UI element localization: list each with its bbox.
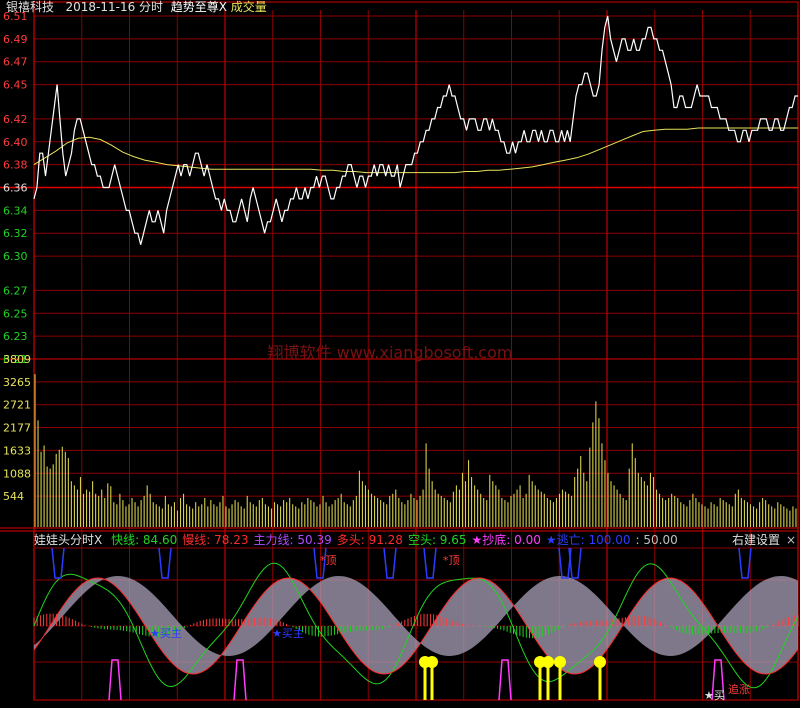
volume-tick-label: 3809 — [3, 353, 31, 366]
indicator-value-number: 91.28 — [364, 533, 403, 547]
indicator-value-number: 0.00 — [510, 533, 541, 547]
price-tick-label: 6.30 — [3, 250, 28, 263]
stock-name[interactable]: 银禧科技 — [6, 0, 54, 14]
price-tick-label: 6.49 — [3, 33, 28, 46]
price-tick-label: 6.23 — [3, 330, 28, 343]
price-axis: 6.516.496.476.456.426.406.386.366.346.32… — [3, 10, 28, 366]
volume-axis: 3809 3265 2721 2177 1633 1088 544 — [3, 353, 31, 503]
volume-label: 成交量 — [230, 0, 267, 14]
top-signal-marker — [158, 547, 172, 579]
settings-button[interactable]: 右建设置 — [732, 533, 780, 547]
price-tick-label: 6.40 — [3, 136, 28, 149]
volume-tick-label: 2177 — [3, 422, 31, 435]
chart-date: 2018-11-16 — [65, 0, 136, 14]
top-signal-marker — [383, 547, 397, 579]
indicator-value-number: 100.00 — [584, 533, 631, 547]
indicator-value-label: 空头: — [407, 533, 436, 547]
price-tick-label: 6.25 — [3, 307, 28, 320]
indicator-values: 快线: 84.60 慢线: 78.23 主力线: 50.39 多头: 91.28 空头:… — [106, 533, 678, 547]
indicator-value-label: 多头: — [336, 533, 365, 547]
indicator-value-item: ★逃亡: 100.00 — [546, 533, 631, 547]
top-signal-marker — [423, 547, 437, 579]
buy-signal-dot — [554, 656, 566, 668]
indicator-value-item: 空头: 9.65 — [408, 533, 467, 547]
indicator-value-item: 慢线: 78.23 — [182, 533, 248, 547]
buy-main-annotation: ★买主 — [150, 627, 182, 640]
price-tick-label: 6.34 — [3, 204, 28, 217]
watermark: 翔博软件 www.xiangbosoft.com — [268, 343, 513, 362]
bottom-signal-marker — [108, 659, 122, 701]
top-annotation: *顶 — [320, 554, 337, 567]
indicator-value-label: ★抄底: — [471, 533, 511, 547]
price-tick-label: 6.36 — [3, 182, 28, 195]
indicator-title[interactable]: 娃娃头分时X — [34, 533, 102, 547]
buy-signal-dot — [542, 656, 554, 668]
indicator-title-bar: 娃娃头分时X 快线: 84.60 慢线: 78.23 主力线: 50.39 多头: 9… — [34, 533, 678, 547]
top-signal-marker — [51, 547, 65, 579]
indicator-value-item: 快线: 84.60 — [111, 533, 177, 547]
bottom-signal-marker — [498, 659, 512, 701]
indicator-value-label: 快线: — [111, 533, 140, 547]
price-tick-label: 6.27 — [3, 284, 28, 297]
price-tick-label: 6.42 — [3, 113, 28, 126]
chart-canvas: 6.516.496.476.456.426.406.386.366.346.32… — [0, 1, 799, 702]
price-tick-label: 6.47 — [3, 56, 28, 69]
indicator-value-item: 多头: 91.28 — [337, 533, 403, 547]
indicator-name[interactable]: 趋势至尊X — [171, 0, 227, 14]
price-tick-label: 6.32 — [3, 227, 28, 240]
chart-view-label: 分时 — [139, 0, 164, 14]
indicator-value-number: 50.39 — [293, 533, 332, 547]
indicator-value-item: 主力线: 50.39 — [254, 533, 332, 547]
indicator-value-item: : 50.00 — [636, 533, 678, 547]
indicator-value-item: ★抄底: 0.00 — [472, 533, 541, 547]
bottom-signal-marker — [233, 659, 247, 701]
volume-tick-label: 1633 — [3, 444, 31, 457]
close-indicator-button[interactable]: × — [786, 533, 796, 547]
indicator-value-number: 9.65 — [435, 533, 467, 547]
top-annotation: *顶 — [443, 554, 460, 567]
chase-annotation: 追涨 — [728, 682, 750, 696]
volume-tick-label: 1088 — [3, 467, 31, 480]
indicator-value-number: 78.23 — [210, 533, 249, 547]
price-tick-label: 6.45 — [3, 79, 28, 92]
intraday-chart-window: 6.51 6.49 6.47 6.45 6.42 6.40 6.38 6.36 6.34 6.32… — [0, 0, 800, 704]
volume-tick-label: 2721 — [3, 399, 31, 412]
indicator-value-label: 慢线: — [182, 533, 211, 547]
top-signal-marker — [738, 547, 752, 579]
indicator-value-label: 主力线: — [253, 533, 294, 547]
volume-tick-label: 544 — [3, 490, 24, 503]
buy-signal-dot — [594, 656, 606, 668]
buy-main-annotation: ★买主 — [272, 627, 304, 640]
buy-signal-dot — [426, 656, 438, 668]
volume-tick-label: 3265 — [3, 376, 31, 389]
indicator-value-number: 50.00 — [639, 533, 678, 547]
chart-header: 银禧科技 2018-11-16 分时 趋势至尊X 成交量 — [6, 0, 267, 14]
buy-annotation: ★买 — [704, 689, 725, 702]
price-tick-label: 6.38 — [3, 159, 28, 172]
indicator-value-label: ★逃亡: — [545, 533, 585, 547]
indicator-value-number: 84.60 — [139, 533, 178, 547]
